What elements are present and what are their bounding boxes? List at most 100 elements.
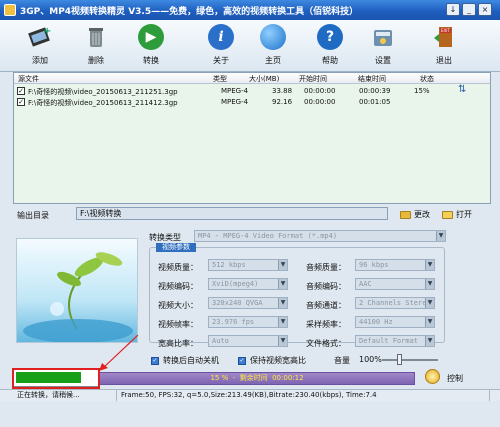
status-bar: 正在转换，请稍候... Frame:50, FPS:32, q=5.0,Size… — [0, 389, 500, 401]
column-header-source[interactable]: 源文件 — [18, 74, 39, 84]
file-end: 00:00:39 — [359, 87, 391, 95]
convert-type-select[interactable]: MP4 - MPEG-4 Video Format (*.mp4) ▼ — [194, 230, 446, 242]
column-header-start[interactable]: 开始时间 — [299, 74, 327, 84]
audio-codec-label: 音频编码： — [306, 282, 346, 291]
exit-button[interactable]: EXIT 退出 — [424, 24, 464, 70]
sort-icon[interactable]: ⇅ — [458, 84, 466, 95]
clock-icon[interactable] — [425, 369, 440, 384]
add-film-icon: + — [27, 24, 53, 50]
play-icon: ▶ — [138, 24, 164, 50]
column-header-status[interactable]: 状态 — [420, 74, 434, 84]
file-format-label: 文件格式： — [306, 339, 346, 348]
audio-codec-select[interactable]: AAC ▼ — [355, 278, 435, 290]
help-button[interactable]: ? 帮助 — [310, 24, 350, 70]
file-name: F:\奇怪的视频\video_20150613_211412.3gp — [28, 99, 178, 107]
title-bar: 3GP、MP4视频转换精灵 V3.5——免费，绿色，高效的视频转换工具（佰锐科技… — [0, 0, 500, 20]
table-header: 源文件 类型 大小(MB) 开始时间 结束时间 状态 — [14, 73, 490, 84]
sample-rate-label: 采样频率： — [306, 320, 346, 329]
globe-icon — [260, 24, 286, 50]
file-name: F:\奇怪的视频\video_20150613_211251.3gp — [28, 88, 178, 96]
shutdown-option[interactable]: ✓ 转换后自动关机 — [151, 355, 219, 366]
delete-button[interactable]: 删除 — [76, 24, 116, 70]
video-codec-label: 视频编码： — [158, 282, 198, 291]
settings-button[interactable]: 设置 — [363, 24, 403, 70]
file-size: 33.88 — [272, 87, 293, 95]
open-dir-button[interactable]: 打开 — [442, 209, 472, 220]
change-dir-button[interactable]: 更改 — [400, 209, 430, 220]
trash-icon — [83, 24, 109, 50]
column-header-size[interactable]: 大小(MB) — [249, 74, 279, 84]
arrow-down-icon[interactable]: ↓ — [446, 3, 460, 16]
convert-type-label: 转换类型 — [149, 233, 181, 242]
row-checkbox[interactable]: ✓ — [17, 87, 25, 95]
aspect-label: 宽高比率： — [158, 339, 198, 348]
dropdown-arrow-icon: ▼ — [436, 231, 445, 241]
dropdown-arrow-icon: ▼ — [425, 279, 434, 289]
dropdown-arrow-icon: ▼ — [425, 317, 434, 327]
shutdown-checkbox[interactable]: ✓ — [151, 356, 159, 365]
output-dir-label: 输出目录 — [17, 211, 49, 220]
file-start: 00:00:00 — [304, 87, 336, 95]
audio-quality-label: 音频质量： — [306, 263, 346, 272]
close-button[interactable]: × — [478, 3, 492, 16]
aspect-select[interactable]: Auto ▼ — [208, 335, 288, 347]
file-status: 15% — [414, 87, 430, 95]
annotation-arrow — [99, 334, 139, 371]
status-info: Frame:50, FPS:32, q=5.0,Size:213.49(KB),… — [118, 390, 490, 401]
dropdown-arrow-icon: ▼ — [278, 298, 287, 308]
column-header-type[interactable]: 类型 — [213, 74, 227, 84]
table-row[interactable]: ✓ F:\奇怪的视频\video_20150613_211412.3gp MPE… — [14, 97, 490, 108]
audio-channel-select[interactable]: 2 Channels Stere ▼ — [355, 297, 435, 309]
volume-label: 音量 — [334, 356, 350, 365]
file-format-select[interactable]: Default Format ▼ — [355, 335, 435, 347]
sample-rate-select[interactable]: 44100 Hz ▼ — [355, 316, 435, 328]
video-fps-select[interactable]: 23.976 fps ▼ — [208, 316, 288, 328]
dropdown-arrow-icon: ▼ — [278, 279, 287, 289]
minimize-button[interactable]: _ — [462, 3, 476, 16]
video-quality-label: 视频质量： — [158, 263, 198, 272]
video-fps-label: 视频帧率： — [158, 320, 198, 329]
video-quality-select[interactable]: 512 kbps ▼ — [208, 259, 288, 271]
tab-video-params[interactable]: 视频参数 — [156, 243, 196, 252]
progress-bar: 15 % - 剩余时间 00:00:12 — [99, 372, 415, 385]
folder-icon — [400, 210, 411, 219]
dropdown-arrow-icon: ▼ — [425, 336, 434, 346]
volume-slider-thumb[interactable] — [397, 354, 402, 365]
audio-quality-select[interactable]: 96 kbps ▼ — [355, 259, 435, 271]
file-type: MPEG-4 — [221, 87, 249, 95]
home-button[interactable]: 主页 — [253, 24, 293, 70]
add-button[interactable]: + 添加 — [20, 24, 60, 70]
file-type: MPEG-4 — [221, 98, 249, 106]
convert-button[interactable]: ▶ 转换 — [131, 24, 171, 70]
dropdown-arrow-icon: ▼ — [278, 260, 287, 270]
dropdown-arrow-icon: ▼ — [425, 260, 434, 270]
audio-channel-label: 音频通道： — [306, 301, 346, 310]
file-size: 92.16 — [272, 98, 293, 106]
status-text: 正在转换，请稍候... — [14, 390, 117, 401]
highlight-box — [12, 368, 100, 389]
settings-icon — [370, 24, 396, 50]
output-dir-input[interactable]: F:\视频转换 — [76, 207, 388, 220]
dropdown-arrow-icon: ▼ — [278, 336, 287, 346]
keep-ratio-checkbox[interactable]: ✓ — [238, 356, 246, 365]
column-header-end[interactable]: 结束时间 — [358, 74, 386, 84]
toolbar: + 添加 删除 ▶ 转换 i 关于 主页 ? 帮助 设置 EXIT 退出 — [0, 20, 500, 72]
dropdown-arrow-icon: ▼ — [425, 298, 434, 308]
volume-value: 100% — [359, 355, 382, 364]
open-folder-icon — [442, 210, 453, 219]
about-button[interactable]: i 关于 — [201, 24, 241, 70]
file-list-table[interactable]: 源文件 类型 大小(MB) 开始时间 结束时间 状态 ✓ F:\奇怪的视频\vi… — [13, 72, 491, 204]
svg-text:+: + — [43, 26, 51, 37]
volume-slider-track[interactable] — [382, 359, 438, 361]
window-title: 3GP、MP4视频转换精灵 V3.5——免费，绿色，高效的视频转换工具（佰锐科技… — [20, 7, 359, 17]
table-row[interactable]: ✓ F:\奇怪的视频\video_20150613_211251.3gp MPE… — [14, 86, 490, 97]
app-icon — [4, 4, 16, 16]
svg-text:EXIT: EXIT — [441, 28, 450, 33]
dropdown-arrow-icon: ▼ — [278, 317, 287, 327]
keep-ratio-option[interactable]: ✓ 保持视频宽高比 — [238, 355, 306, 366]
exit-door-icon: EXIT — [431, 24, 457, 50]
row-checkbox[interactable]: ✓ — [17, 98, 25, 106]
video-size-select[interactable]: 320x240 QVGA ▼ — [208, 297, 288, 309]
video-codec-select[interactable]: XviD(mpeg4) ▼ — [208, 278, 288, 290]
control-button[interactable]: 控制 — [447, 373, 463, 384]
